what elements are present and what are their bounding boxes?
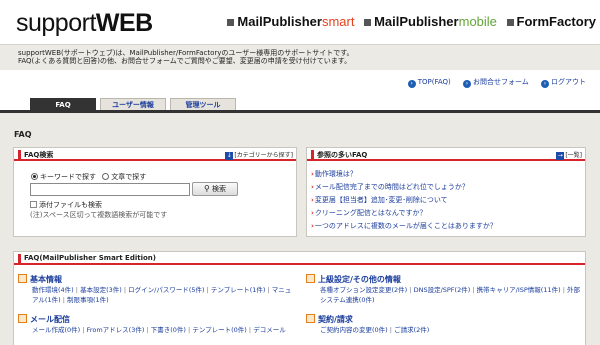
category-link[interactable]: テンプレート(0件) bbox=[192, 326, 247, 334]
search-note: (注)スペース区切って複数語検索が可能です bbox=[30, 211, 168, 219]
bullet-icon: › bbox=[311, 196, 314, 204]
category-link[interactable]: メール作成(0件) bbox=[32, 326, 80, 334]
main-tabs: FAQ ユーザー情報 管理ツール bbox=[30, 98, 240, 110]
popular-faq-panel: 参照の多いFAQ → [一覧] ›動作環境は？ ›メール配信完了までの時間はどれ位… bbox=[306, 147, 586, 237]
category-links: 各種オプション設定変更(2件) | DNS設定/SPF(2件) | 携帯キャリア… bbox=[320, 286, 580, 304]
checkbox-icon bbox=[30, 201, 37, 208]
search-input[interactable] bbox=[30, 183, 190, 196]
search-button[interactable]: ⚲ 検索 bbox=[192, 182, 238, 196]
category-mail-delivery: メール配信 メール作成(0件) | Fromアドレス(3件) | 下書き(0件)… bbox=[18, 314, 292, 335]
square-bullet-icon bbox=[506, 18, 514, 26]
category-title[interactable]: 上級設定/その他の情報 bbox=[306, 274, 580, 285]
square-bullet-icon bbox=[364, 18, 372, 26]
top-links: › TOP(FAQ) › お問合せフォーム › ログアウト bbox=[398, 77, 586, 88]
supportweb-logo[interactable]: supportWEB bbox=[16, 9, 153, 38]
category-link[interactable]: 下書き(0件) bbox=[151, 326, 186, 334]
category-link[interactable]: ログイン/パスワード(5件) bbox=[128, 286, 204, 294]
bullet-icon: › bbox=[311, 222, 314, 230]
search-mode-radios: キーワードで探す 文章で探す bbox=[31, 172, 146, 182]
panel-header: FAQ(MailPublisher Smart Edition) bbox=[14, 252, 585, 265]
category-basic-info: 基本情報 動作環境(4件) | 基本設定(3件) | ログイン/パスワード(5件… bbox=[18, 274, 292, 305]
category-link[interactable]: Fromアドレス(3件) bbox=[87, 326, 145, 334]
category-links: 動作環境(4件) | 基本設定(3件) | ログイン/パスワード(5件) | テ… bbox=[32, 286, 292, 304]
list-item[interactable]: ›メール配信完了までの時間はどれ位でしょうか？ bbox=[311, 181, 497, 194]
red-bar-icon bbox=[311, 150, 314, 159]
contact-form-link[interactable]: › お問合せフォーム bbox=[462, 78, 529, 88]
category-link[interactable]: 基本設定(3件) bbox=[80, 286, 122, 294]
category-link[interactable]: 携帯キャリア/ISP情報(11件) bbox=[477, 286, 561, 294]
category-link[interactable]: ご契約内容の変更(0件) bbox=[320, 326, 388, 334]
category-link[interactable]: テンプレート(1件) bbox=[211, 286, 266, 294]
folder-icon bbox=[18, 314, 27, 323]
search-icon: ⚲ bbox=[203, 184, 210, 193]
panel-header: 参照の多いFAQ → [一覧] bbox=[307, 148, 585, 161]
folder-icon bbox=[18, 274, 27, 283]
list-item[interactable]: ›変更届【担当者】追加･変更･削除について bbox=[311, 194, 497, 207]
category-title[interactable]: メール配信 bbox=[18, 314, 292, 325]
folder-icon bbox=[306, 314, 315, 323]
logout-link[interactable]: › ログアウト bbox=[541, 78, 586, 88]
panel-title: FAQ(MailPublisher Smart Edition) bbox=[24, 254, 156, 262]
red-bar-icon bbox=[18, 254, 21, 263]
list-item[interactable]: ›クリーニング配信とはなんですか？ bbox=[311, 207, 497, 220]
arrow-down-icon: ↓ bbox=[225, 152, 234, 160]
product-formfactory[interactable]: FormFactory bbox=[517, 14, 596, 29]
category-link[interactable]: 制限事項(1件) bbox=[67, 296, 109, 304]
square-bullet-icon bbox=[227, 18, 235, 26]
category-links: ご契約内容の変更(0件) | ご請求(2件) bbox=[320, 326, 430, 334]
category-link[interactable]: デコメール bbox=[253, 326, 286, 334]
attach-search-checkbox[interactable]: 添付ファイルも検索 bbox=[30, 200, 102, 210]
tab-admin-tools[interactable]: 管理ツール bbox=[170, 98, 236, 110]
category-advanced: 上級設定/その他の情報 各種オプション設定変更(2件) | DNS設定/SPF(… bbox=[306, 274, 580, 305]
panel-header: FAQ検索 ↓ [カテゴリーから探す] bbox=[14, 148, 296, 161]
bullet-icon: › bbox=[311, 170, 314, 178]
top-faq-link[interactable]: › TOP(FAQ) bbox=[407, 78, 451, 88]
tab-user-info[interactable]: ユーザー情報 bbox=[100, 98, 166, 110]
browse-categories-link[interactable]: ↓ [カテゴリーから探す] bbox=[225, 150, 293, 160]
page-title: FAQ bbox=[14, 130, 32, 139]
faq-search-panel: FAQ検索 ↓ [カテゴリーから探す] キーワードで探す 文章で探す ⚲ 検索 添… bbox=[13, 147, 297, 237]
tab-faq[interactable]: FAQ bbox=[30, 98, 96, 110]
category-link[interactable]: 動作環境(4件) bbox=[32, 286, 74, 294]
red-bar-icon bbox=[18, 150, 21, 159]
arrow-right-icon: › bbox=[407, 80, 416, 88]
bullet-icon: › bbox=[311, 183, 314, 191]
category-link[interactable]: 各種オプション設定変更(2件) bbox=[320, 286, 407, 294]
bullet-icon: › bbox=[311, 209, 314, 217]
product-mailpublisher-mobile[interactable]: MailPublishermobile bbox=[374, 14, 497, 29]
product-mailpublisher-smart[interactable]: MailPublishersmart bbox=[237, 14, 354, 29]
intro-line-2: FAQ(よくある質問と回答)の他、お問合せフォームでご質問やご要望、変更届の申請… bbox=[18, 57, 352, 65]
radio-checked-icon bbox=[31, 173, 38, 180]
panel-title: FAQ検索 bbox=[24, 151, 54, 159]
radio-keyword[interactable]: キーワードで探す bbox=[31, 173, 96, 181]
arrow-right-icon: › bbox=[462, 80, 471, 88]
arrow-right-icon: → bbox=[556, 152, 565, 160]
category-title[interactable]: 契約/請求 bbox=[306, 314, 580, 325]
site-header: supportWEB MailPublishersmart MailPublis… bbox=[0, 0, 600, 44]
panel-title: 参照の多いFAQ bbox=[317, 151, 368, 159]
list-all-link[interactable]: → [一覧] bbox=[556, 150, 582, 160]
arrow-right-icon: › bbox=[541, 80, 549, 88]
list-item[interactable]: ›動作環境は？ bbox=[311, 168, 497, 181]
radio-sentence[interactable]: 文章で探す bbox=[102, 173, 146, 181]
folder-icon bbox=[306, 274, 315, 283]
category-contract-billing: 契約/請求 ご契約内容の変更(0件) | ご請求(2件) bbox=[306, 314, 580, 335]
list-item[interactable]: ›一つのアドレスに複数のメールが届くことはありますか？ bbox=[311, 220, 497, 233]
category-title[interactable]: 基本情報 bbox=[18, 274, 292, 285]
product-links: MailPublishersmart MailPublishermobile F… bbox=[221, 14, 596, 29]
category-link[interactable]: ご請求(2件) bbox=[394, 326, 429, 334]
category-links: メール作成(0件) | Fromアドレス(3件) | 下書き(0件) | テンプ… bbox=[32, 326, 286, 334]
intro-banner: supportWEB(サポートウェブ)は、MailPublisher/FormF… bbox=[0, 44, 600, 70]
radio-unchecked-icon bbox=[102, 173, 110, 180]
faq-category-panel: FAQ(MailPublisher Smart Edition) 基本情報 動作… bbox=[13, 251, 586, 345]
category-link[interactable]: DNS設定/SPF(2件) bbox=[414, 286, 471, 294]
popular-faq-list: ›動作環境は？ ›メール配信完了までの時間はどれ位でしょうか？ ›変更届【担当者… bbox=[311, 168, 497, 233]
